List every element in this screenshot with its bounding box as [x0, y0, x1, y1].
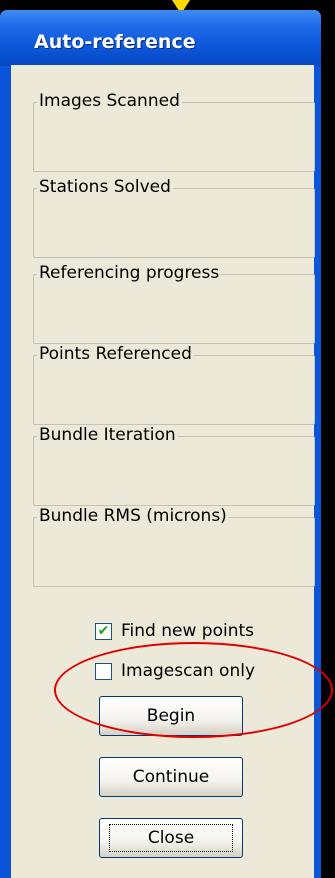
- group-label-bundle-iteration: Bundle Iteration: [37, 425, 178, 445]
- find-new-points-label[interactable]: Find new points: [121, 621, 254, 641]
- group-label-stations-solved: Stations Solved: [37, 177, 173, 197]
- auto-reference-dialog: Auto-reference Images Scanned Stations S…: [0, 10, 321, 878]
- close-button-label: Close: [108, 824, 234, 852]
- group-stations-solved: Stations Solved: [33, 177, 315, 258]
- group-label-images-scanned: Images Scanned: [37, 91, 182, 111]
- group-label-bundle-rms: Bundle RMS (microns): [37, 506, 229, 526]
- find-new-points-option[interactable]: ✔ Find new points: [95, 620, 254, 642]
- find-new-points-checkbox[interactable]: ✔: [95, 622, 112, 640]
- group-bundle-rms: Bundle RMS (microns): [33, 506, 315, 587]
- window-title: Auto-reference: [34, 31, 196, 53]
- group-bundle-iteration: Bundle Iteration: [33, 425, 315, 506]
- dialog-body: Images Scanned Stations Solved Referenci…: [11, 65, 315, 878]
- group-referencing-progress: Referencing progress: [33, 263, 315, 344]
- group-label-points-referenced: Points Referenced: [37, 344, 194, 364]
- close-button[interactable]: Close: [99, 818, 243, 858]
- group-images-scanned: Images Scanned: [33, 91, 315, 172]
- annotation-ellipse: [54, 642, 333, 738]
- continue-button[interactable]: Continue: [99, 757, 243, 797]
- title-bar[interactable]: Auto-reference: [0, 10, 321, 66]
- group-label-referencing-progress: Referencing progress: [37, 263, 222, 283]
- checkmark-icon: ✔: [97, 623, 110, 639]
- group-points-referenced: Points Referenced: [33, 344, 315, 425]
